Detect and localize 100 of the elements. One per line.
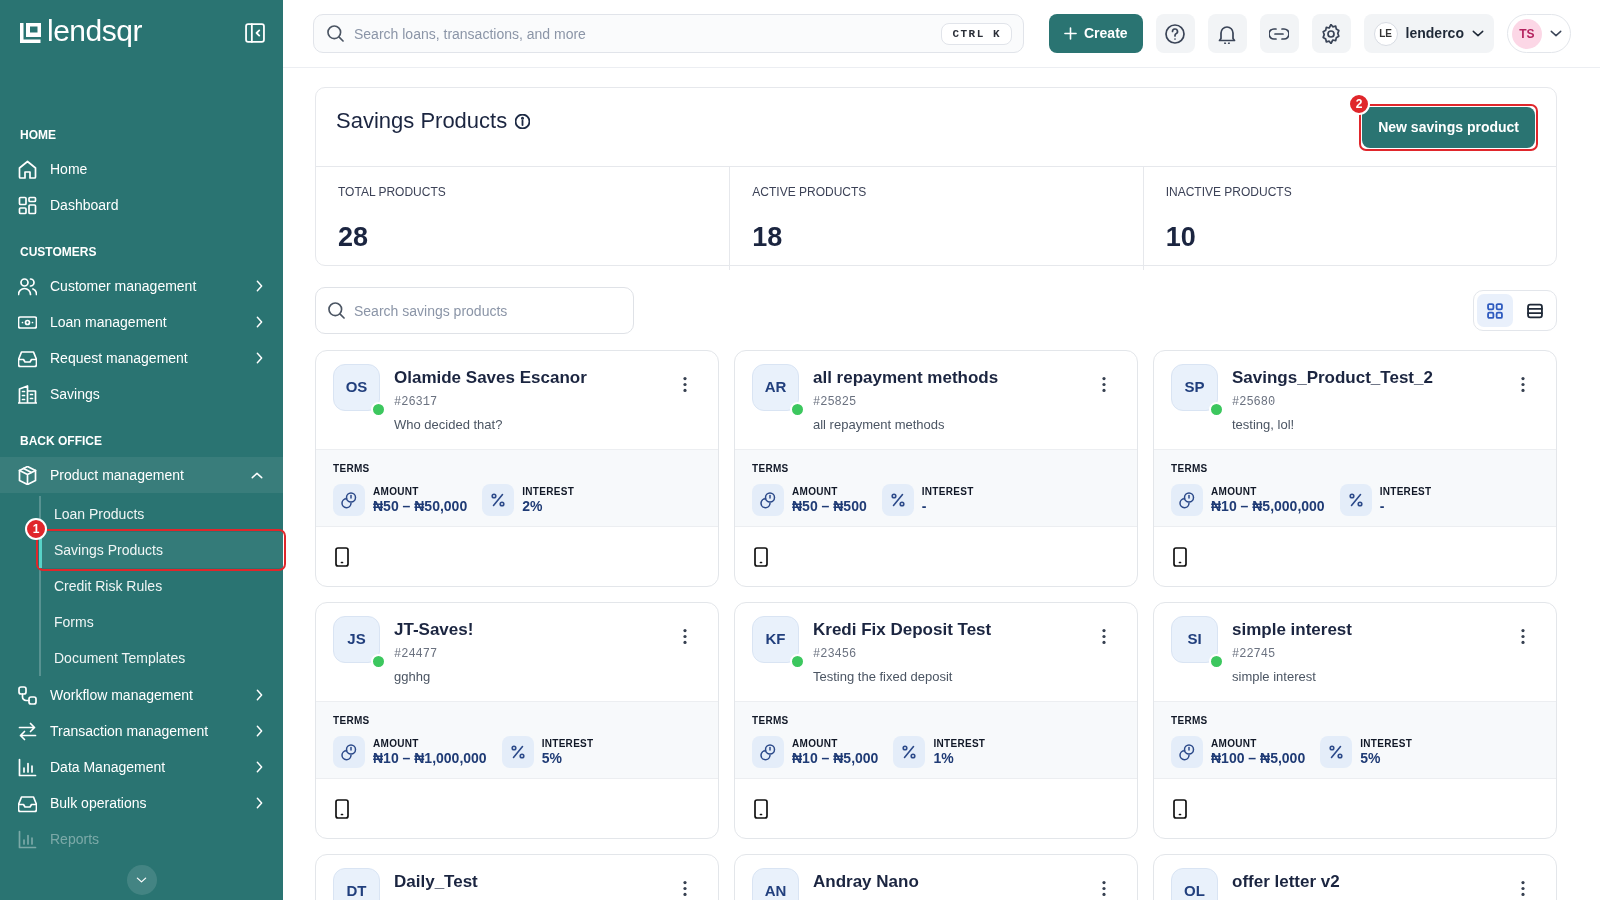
settings-button[interactable] bbox=[1311, 14, 1351, 53]
product-card[interactable]: AN Andray Nano bbox=[734, 854, 1138, 900]
more-options-icon[interactable] bbox=[683, 629, 687, 644]
building-icon bbox=[18, 384, 37, 404]
search-field[interactable]: Search savings products bbox=[315, 287, 634, 334]
initials-avatar: SI bbox=[1171, 616, 1218, 663]
more-options-icon[interactable] bbox=[1102, 629, 1106, 644]
nav-item[interactable]: Savings bbox=[0, 376, 283, 412]
interest-value: - bbox=[921, 498, 928, 515]
transfer-arrows-icon bbox=[18, 721, 37, 741]
more-options-icon[interactable] bbox=[1521, 377, 1525, 392]
more-options-icon[interactable] bbox=[1521, 629, 1525, 644]
collapse-sidebar-icon[interactable] bbox=[245, 23, 265, 43]
product-name: Savings_Product_Test_2 bbox=[1232, 367, 1434, 389]
amount-label: AMOUNT bbox=[792, 485, 839, 498]
users-icon bbox=[18, 276, 37, 296]
chevron-right-icon bbox=[256, 316, 263, 328]
user-avatar: TS bbox=[1511, 18, 1542, 49]
interest-value: 5% bbox=[541, 750, 563, 767]
mobile-phone-icon bbox=[1173, 546, 1187, 567]
settings-gear-icon bbox=[1321, 23, 1342, 44]
more-options-icon[interactable] bbox=[683, 377, 687, 392]
bell-icon bbox=[1217, 23, 1238, 44]
product-name: Olamide Saves Escanor bbox=[394, 367, 588, 389]
interest-label: INTEREST bbox=[541, 737, 594, 750]
initials-avatar: OS bbox=[333, 364, 380, 411]
brand-logo-icon bbox=[20, 22, 41, 44]
mobile-phone-icon bbox=[754, 546, 768, 567]
initials-avatar: DT bbox=[333, 868, 380, 900]
mobile-phone-icon bbox=[1173, 798, 1187, 819]
coins-icon bbox=[333, 736, 365, 768]
product-code: #24477 bbox=[394, 646, 439, 662]
chevron-right-icon bbox=[256, 797, 263, 809]
nav-item[interactable]: Dashboard bbox=[0, 187, 283, 223]
more-options-icon[interactable] bbox=[1102, 377, 1106, 392]
product-card[interactable]: SI simple interest #22745 simple interest TERMS AMOUNT ₦100 – ₦5,000 INTEREST 5% bbox=[1153, 602, 1557, 839]
section-heading: BACK OFFICE bbox=[19, 433, 103, 449]
product-name: Daily_Test bbox=[394, 871, 479, 893]
product-card[interactable]: KF Kredi Fix Deposit Test #23456 Testing the fixed deposit TERMS AMOUNT ₦10 – ₦5,000 INTEREST 1% bbox=[734, 602, 1138, 839]
product-card[interactable]: SP Savings_Product_Test_2 #25680 testing, lol! TERMS AMOUNT ₦10 – ₦5,000,000 INTEREST - bbox=[1153, 350, 1557, 587]
product-card[interactable]: AR all repayment methods #25825 all repayment methods TERMS AMOUNT ₦50 – ₦500 INTEREST - bbox=[734, 350, 1138, 587]
nav-item[interactable]: Loan management bbox=[0, 304, 283, 340]
user-menu-button[interactable]: TS bbox=[1506, 14, 1571, 53]
interest-label: INTEREST bbox=[1379, 485, 1432, 498]
nav-item[interactable]: Request management bbox=[0, 340, 283, 376]
nav-item[interactable]: Bulk operations bbox=[0, 785, 283, 821]
interest-label: INTEREST bbox=[522, 485, 575, 498]
percent-icon bbox=[1320, 736, 1353, 768]
create-button[interactable]: Create bbox=[1049, 14, 1143, 53]
new-savings-product-button[interactable]: New savings product bbox=[1362, 106, 1535, 148]
more-options-icon[interactable] bbox=[683, 881, 687, 896]
nav-item[interactable]: Transaction management bbox=[0, 713, 283, 749]
notifications-button[interactable] bbox=[1207, 14, 1247, 53]
more-options-icon[interactable] bbox=[1102, 881, 1106, 896]
product-card[interactable]: DT Daily_Test bbox=[315, 854, 719, 900]
step-badge: 1 bbox=[25, 518, 47, 540]
nav-item[interactable]: Product management bbox=[0, 457, 283, 493]
product-name: JT-Saves! bbox=[394, 619, 475, 641]
terms-label: TERMS bbox=[1171, 462, 1209, 476]
more-options-icon[interactable] bbox=[1521, 881, 1525, 896]
stat-label: INACTIVE PRODUCTS bbox=[1165, 184, 1293, 200]
product-card[interactable]: JS JT-Saves! #24477 gghhg TERMS AMOUNT ₦10 – ₦1,000,000 INTEREST 5% bbox=[315, 602, 719, 839]
help-button[interactable] bbox=[1155, 14, 1195, 53]
product-card[interactable]: OL offer letter v2 bbox=[1153, 854, 1557, 900]
product-name: simple interest bbox=[1232, 619, 1353, 641]
product-name: all repayment methods bbox=[813, 367, 1000, 389]
help-icon bbox=[1165, 23, 1186, 44]
bar-chart-icon bbox=[18, 829, 37, 849]
coins-icon bbox=[752, 484, 784, 516]
product-description: simple interest bbox=[1232, 668, 1317, 686]
chevron-right-icon bbox=[256, 689, 263, 701]
chevron-down-icon bbox=[136, 877, 147, 883]
page-title: Savings Products bbox=[336, 107, 508, 135]
terms-label: TERMS bbox=[333, 462, 371, 476]
nav-item[interactable]: Customer management bbox=[0, 268, 283, 304]
interest-label: INTEREST bbox=[933, 737, 986, 750]
nav-subitem[interactable]: Document Templates bbox=[41, 640, 283, 676]
product-card[interactable]: OS Olamide Saves Escanor #26317 Who decided that? TERMS AMOUNT ₦50 – ₦50,000 INTEREST 2% bbox=[315, 350, 719, 587]
product-name: Kredi Fix Deposit Test bbox=[813, 619, 993, 641]
nav-subitem[interactable]: Credit Risk Rules bbox=[41, 568, 283, 604]
initials-avatar: AN bbox=[752, 868, 799, 900]
organization-switcher[interactable]: LE lenderco bbox=[1363, 14, 1494, 53]
nav-subitem[interactable]: Savings Products bbox=[39, 532, 284, 568]
dashboard-grid-icon bbox=[18, 195, 37, 215]
links-button[interactable] bbox=[1259, 14, 1299, 53]
info-icon[interactable] bbox=[515, 113, 531, 129]
bar-chart-icon bbox=[18, 757, 37, 777]
interest-value: - bbox=[1379, 498, 1386, 515]
nav-item[interactable]: Data Management bbox=[0, 749, 283, 785]
coins-icon bbox=[1171, 484, 1203, 516]
stat-value: 10 bbox=[1165, 221, 1197, 253]
grid-view-button[interactable] bbox=[1477, 294, 1513, 327]
nav-item[interactable]: Home bbox=[0, 151, 283, 187]
terms-label: TERMS bbox=[333, 714, 371, 728]
nav-subitem[interactable]: Forms bbox=[41, 604, 283, 640]
product-name: Andray Nano bbox=[813, 871, 920, 893]
chevron-right-icon bbox=[256, 352, 263, 364]
coins-icon bbox=[1171, 736, 1203, 768]
nav-item[interactable]: Workflow management bbox=[0, 677, 283, 713]
interest-value: 5% bbox=[1360, 750, 1382, 767]
